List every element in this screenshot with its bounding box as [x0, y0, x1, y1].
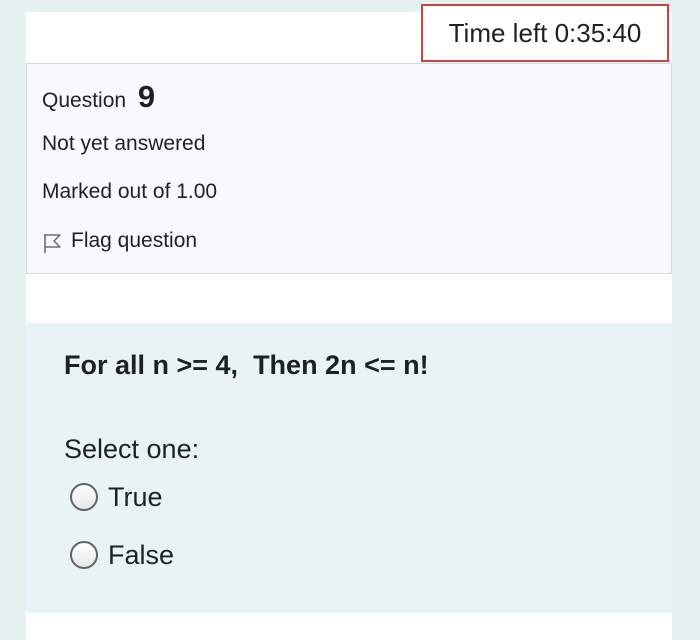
radio-button-false[interactable]	[70, 541, 98, 569]
answer-option-label: False	[108, 540, 175, 570]
question-info-panel: Question 9 Not yet answered Marked out o…	[26, 63, 672, 274]
question-state: Not yet answered	[42, 132, 206, 155]
quiz-timer: Time left 0:35:40	[421, 4, 669, 62]
question-text: For all n >= 4, Then 2n <= n!	[64, 350, 429, 380]
flag-question-link[interactable]: Flag question	[42, 226, 197, 256]
flag-question-label: Flag question	[71, 229, 198, 252]
question-number-heading: Question 9	[42, 78, 155, 120]
question-number: 9	[137, 79, 156, 114]
answer-option-true[interactable]: True	[70, 477, 163, 517]
radio-button-true[interactable]	[70, 483, 98, 511]
question-label: Question	[42, 89, 127, 112]
question-formulation: For all n >= 4, Then 2n <= n! Select one…	[26, 323, 672, 613]
flag-outline-icon	[44, 233, 61, 253]
answer-option-label: True	[108, 482, 163, 512]
answer-prompt: Select one:	[64, 434, 200, 464]
question-grade: Marked out of 1.00	[42, 180, 218, 203]
answer-option-false[interactable]: False	[70, 535, 174, 575]
